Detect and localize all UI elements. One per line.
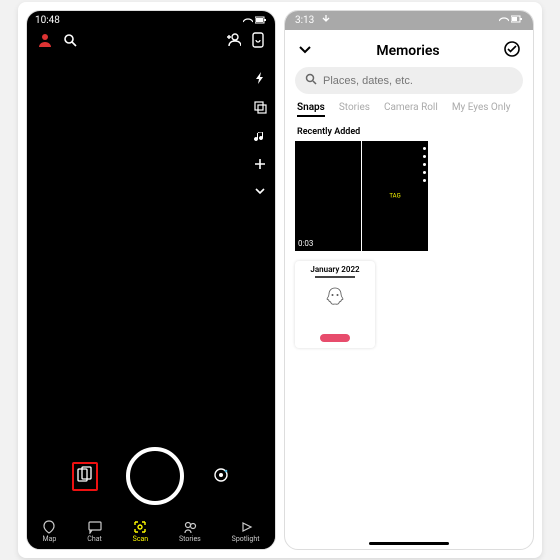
search-icon-right xyxy=(305,73,317,88)
camera-screen: 10:48 xyxy=(26,10,276,550)
snap-thumbnail-2[interactable]: TAG xyxy=(362,141,428,251)
search-input[interactable] xyxy=(323,75,513,87)
month-card-bar xyxy=(315,276,355,278)
add-friend-icon[interactable] xyxy=(225,33,241,50)
month-card-header: January 2022 xyxy=(295,265,375,274)
nav-scan[interactable]: Scan xyxy=(133,520,149,543)
chevron-down-icon[interactable] xyxy=(254,185,266,200)
month-card[interactable]: January 2022 xyxy=(295,261,375,348)
thumbnail-row: 0:03 TAG xyxy=(285,141,533,251)
status-time-right: 3:13 xyxy=(295,15,314,26)
layers-icon[interactable] xyxy=(253,100,267,117)
status-bar-left: 10:48 xyxy=(27,11,275,30)
status-bar-right: 3:13 xyxy=(285,11,533,30)
close-chevron-icon[interactable] xyxy=(297,41,313,60)
flip-camera-icon[interactable] xyxy=(251,32,265,51)
thumb-side-dots xyxy=(423,147,426,182)
flash-icon[interactable] xyxy=(253,71,267,88)
nav-stories-label: Stories xyxy=(179,535,201,543)
nav-map[interactable]: Map xyxy=(42,520,56,543)
tab-my-eyes-only[interactable]: My Eyes Only xyxy=(452,102,511,117)
status-icons-right2 xyxy=(499,15,523,26)
lens-carousel-icon[interactable] xyxy=(212,466,230,487)
camera-bottom-controls xyxy=(27,447,275,505)
memories-button-highlight xyxy=(72,462,98,491)
select-icon[interactable] xyxy=(503,40,521,61)
plus-icon[interactable] xyxy=(254,158,266,173)
memories-tabs: Snaps Stories Camera Roll My Eyes Only xyxy=(285,102,533,121)
nav-map-label: Map xyxy=(42,535,56,543)
status-time: 10:48 xyxy=(35,15,60,26)
tab-stories[interactable]: Stories xyxy=(339,102,370,117)
status-icons-right xyxy=(243,15,267,26)
tab-camera-roll[interactable]: Camera Roll xyxy=(384,102,438,117)
tab-snaps[interactable]: Snaps xyxy=(297,102,325,117)
search-bar[interactable] xyxy=(295,67,523,94)
nav-spotlight-label: Spotlight xyxy=(232,535,260,543)
side-toolbar xyxy=(253,71,267,200)
nav-chat[interactable]: Chat xyxy=(87,520,102,543)
bottom-nav: Map Chat Scan Stories Spotlight xyxy=(27,516,275,549)
music-icon[interactable] xyxy=(253,129,267,146)
month-card-button[interactable] xyxy=(320,334,350,342)
memories-button[interactable] xyxy=(76,476,94,487)
memories-topbar: Memories xyxy=(285,30,533,67)
nav-spotlight[interactable]: Spotlight xyxy=(232,520,260,543)
nav-chat-label: Chat xyxy=(87,535,102,543)
home-indicator xyxy=(369,542,449,545)
shutter-button[interactable] xyxy=(126,447,184,505)
section-header-recently: Recently Added xyxy=(285,121,533,141)
page-title: Memories xyxy=(313,43,503,59)
nav-scan-label: Scan xyxy=(133,535,149,543)
profile-icon[interactable] xyxy=(37,32,53,51)
topbar xyxy=(27,30,275,51)
snap-duration: 0:03 xyxy=(298,239,313,248)
search-icon[interactable] xyxy=(63,33,77,50)
ghost-icon xyxy=(295,286,375,310)
snap-tag-label: TAG xyxy=(389,193,400,200)
memories-screen: 3:13 Memories Snaps xyxy=(284,10,534,550)
nav-stories[interactable]: Stories xyxy=(179,520,201,543)
snap-thumbnail-1[interactable]: 0:03 xyxy=(295,141,361,251)
